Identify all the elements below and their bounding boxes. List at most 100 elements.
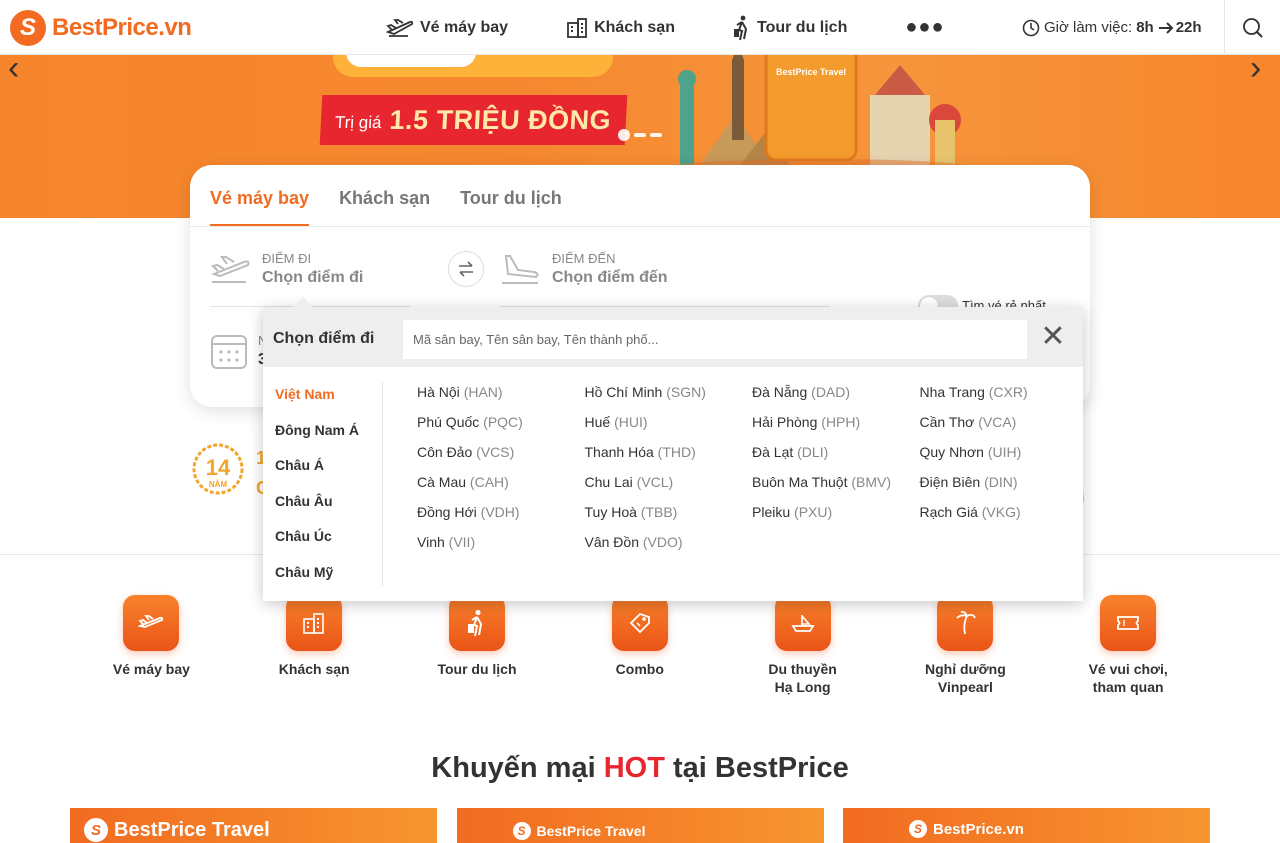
airport-code: (HUI) [614,414,648,430]
city-option[interactable]: Đà Lạt (DLI) [752,442,920,472]
carousel-prev-icon[interactable]: ‹ [8,55,19,88]
city-option[interactable]: Hồ Chí Minh (SGN) [585,382,753,412]
service-label: Khách sạn [278,661,350,677]
region-europe[interactable]: Châu Âu [263,489,382,525]
traveler-icon [448,595,505,651]
city-option[interactable]: Rạch Giá (VKG) [920,502,1088,532]
city-option[interactable]: Côn Đảo (VCS) [417,442,585,472]
carousel-next-icon[interactable]: › [1250,55,1261,88]
plane-icon [386,18,414,37]
airport-code: (VII) [448,534,476,550]
city-option[interactable]: Đà Nẵng (DAD) [752,382,920,412]
service-cruise[interactable]: Du thuyền Hạ Long [721,595,884,705]
airport-code: (SGN) [666,384,706,400]
airport-code: (CXR) [988,384,1028,400]
service-hotels[interactable]: Khách sạn [233,595,396,705]
region-america[interactable]: Châu Mỹ [263,560,382,596]
service-combo[interactable]: Combo [558,595,721,705]
brand-logo-icon: S [84,818,108,842]
city-option[interactable]: Nha Trang (CXR) [920,382,1088,412]
more-menu-icon[interactable]: ●●● [905,16,944,39]
city-name: Đà Nẵng [752,384,808,400]
city-option[interactable]: Cần Thơ (VCA) [920,412,1088,442]
tab-hotels[interactable]: Khách sạn [339,165,430,227]
service-label: Tour du lịch [437,661,517,677]
logo-text: BestPrice.vn [52,14,192,41]
service-flights[interactable]: Vé máy bay [70,595,233,705]
resort-icon [937,595,994,651]
tab-flights[interactable]: Vé máy bay [210,165,310,227]
city-option[interactable]: Thanh Hóa (THD) [585,442,753,472]
city-name: Quy Nhơn [919,444,984,460]
promo-card-brand: BestPrice Travel [536,823,646,839]
nav-flights[interactable]: Vé máy bay [386,18,508,38]
region-australia[interactable]: Châu Úc [263,524,382,560]
search-tabs: Vé máy bay Khách sạn Tour du lịch [210,165,592,227]
city-name: Thanh Hóa [584,444,654,460]
airport-code: (VDH) [480,504,520,520]
city-option[interactable]: Đồng Hới (VDH) [417,502,585,532]
city-grid: Hà Nội (HAN) Hồ Chí Minh (SGN) Đà Nẵng (DA… [417,382,1077,562]
city-option[interactable]: Quy Nhơn (UIH) [920,442,1088,472]
city-option[interactable]: Vân Đồn (VDO) [585,532,753,562]
city-option[interactable]: Hà Nội (HAN) [417,382,585,412]
service-tours[interactable]: Tour du lịch [396,595,559,705]
region-southeast-asia[interactable]: Đông Nam Á [263,418,382,454]
airport-code: (TBB) [640,504,678,520]
tab-tours[interactable]: Tour du lịch [460,165,562,227]
destination-label: ĐIỂM ĐẾN [552,251,616,266]
service-tickets[interactable]: Vé vui chơi, tham quan [1047,595,1210,705]
origin-picker-dropdown: Chọn điểm đi ✕ Việt Nam Đông Nam Á Châu … [263,297,1083,601]
hours-close: 22h [1175,19,1202,36]
ticket-icon [1100,595,1157,651]
service-resort[interactable]: Nghỉ dưỡng Vinpearl [884,595,1047,705]
traveler-icon [733,15,748,40]
city-option[interactable]: Pleiku (PXU) [752,502,920,532]
nav-hotels[interactable]: Khách sạn [566,17,675,39]
city-option[interactable]: Phú Quốc (PQC) [417,412,585,442]
promo-section-title: Khuyến mại HOT tại BestPrice [0,752,1280,785]
city-option[interactable]: Hải Phòng (HPH) [752,412,920,442]
swap-button[interactable] [448,251,484,287]
city-option[interactable]: Huế (HUI) [585,412,753,442]
banner-tag-big: 1.5 TRIỆU ĐỒNG [388,104,612,135]
search-icon [1242,17,1263,38]
city-name: Hồ Chí Minh [584,384,663,400]
region-vietnam[interactable]: Việt Nam [263,382,382,418]
promo-card[interactable]: S BestPrice Travel [456,808,824,843]
city-name: Vinh [417,534,445,550]
city-option[interactable]: Buôn Ma Thuột (BMV) [752,472,920,502]
promo-card[interactable]: S BestPrice Travel [70,808,437,843]
city-option[interactable]: Chu Lai (VCL) [585,472,753,502]
logo-icon: S [10,10,46,46]
takeoff-icon [211,256,250,283]
carousel-dot-active[interactable] [618,129,630,141]
promo-title-pre: Khuyến mại [431,752,596,784]
city-name: Rạch Giá [919,504,978,520]
close-icon[interactable]: ✕ [1039,322,1067,352]
carousel-dot[interactable] [650,133,662,137]
brand-logo-icon: S [909,820,927,838]
logo[interactable]: S BestPrice.vn [10,10,192,46]
city-option[interactable]: Vinh (VII) [417,532,585,562]
promo-card[interactable]: S BestPrice.vn [843,808,1210,843]
city-option[interactable]: Điện Biên (DIN) [920,472,1088,502]
calendar-icon [211,335,247,369]
region-asia[interactable]: Châu Á [263,453,382,489]
nav-tours-label: Tour du lịch [756,18,848,36]
airport-code: (HPH) [821,414,861,430]
banner-carousel-dots[interactable] [618,129,666,141]
nav-tours[interactable]: Tour du lịch [733,15,847,41]
airport-search-input[interactable] [403,320,1027,359]
city-name: Huế [584,414,611,430]
search-button[interactable] [1224,0,1280,55]
city-option[interactable]: Tuy Hoà (TBB) [585,502,753,532]
city-name: Điện Biên [919,474,981,490]
airport-code: (UIH) [987,444,1022,460]
airport-code: (CAH) [469,474,509,490]
carousel-dot[interactable] [634,133,646,137]
main-nav: Vé máy bay Khách sạn Tour du lịch ●●● [386,0,945,55]
destination-field[interactable]: ĐIỂM ĐẾN Chọn điểm đến [500,249,700,289]
city-option[interactable]: Cà Mau (CAH) [417,472,585,502]
origin-field[interactable]: ĐIỂM ĐI Chọn điểm đi [210,249,410,289]
